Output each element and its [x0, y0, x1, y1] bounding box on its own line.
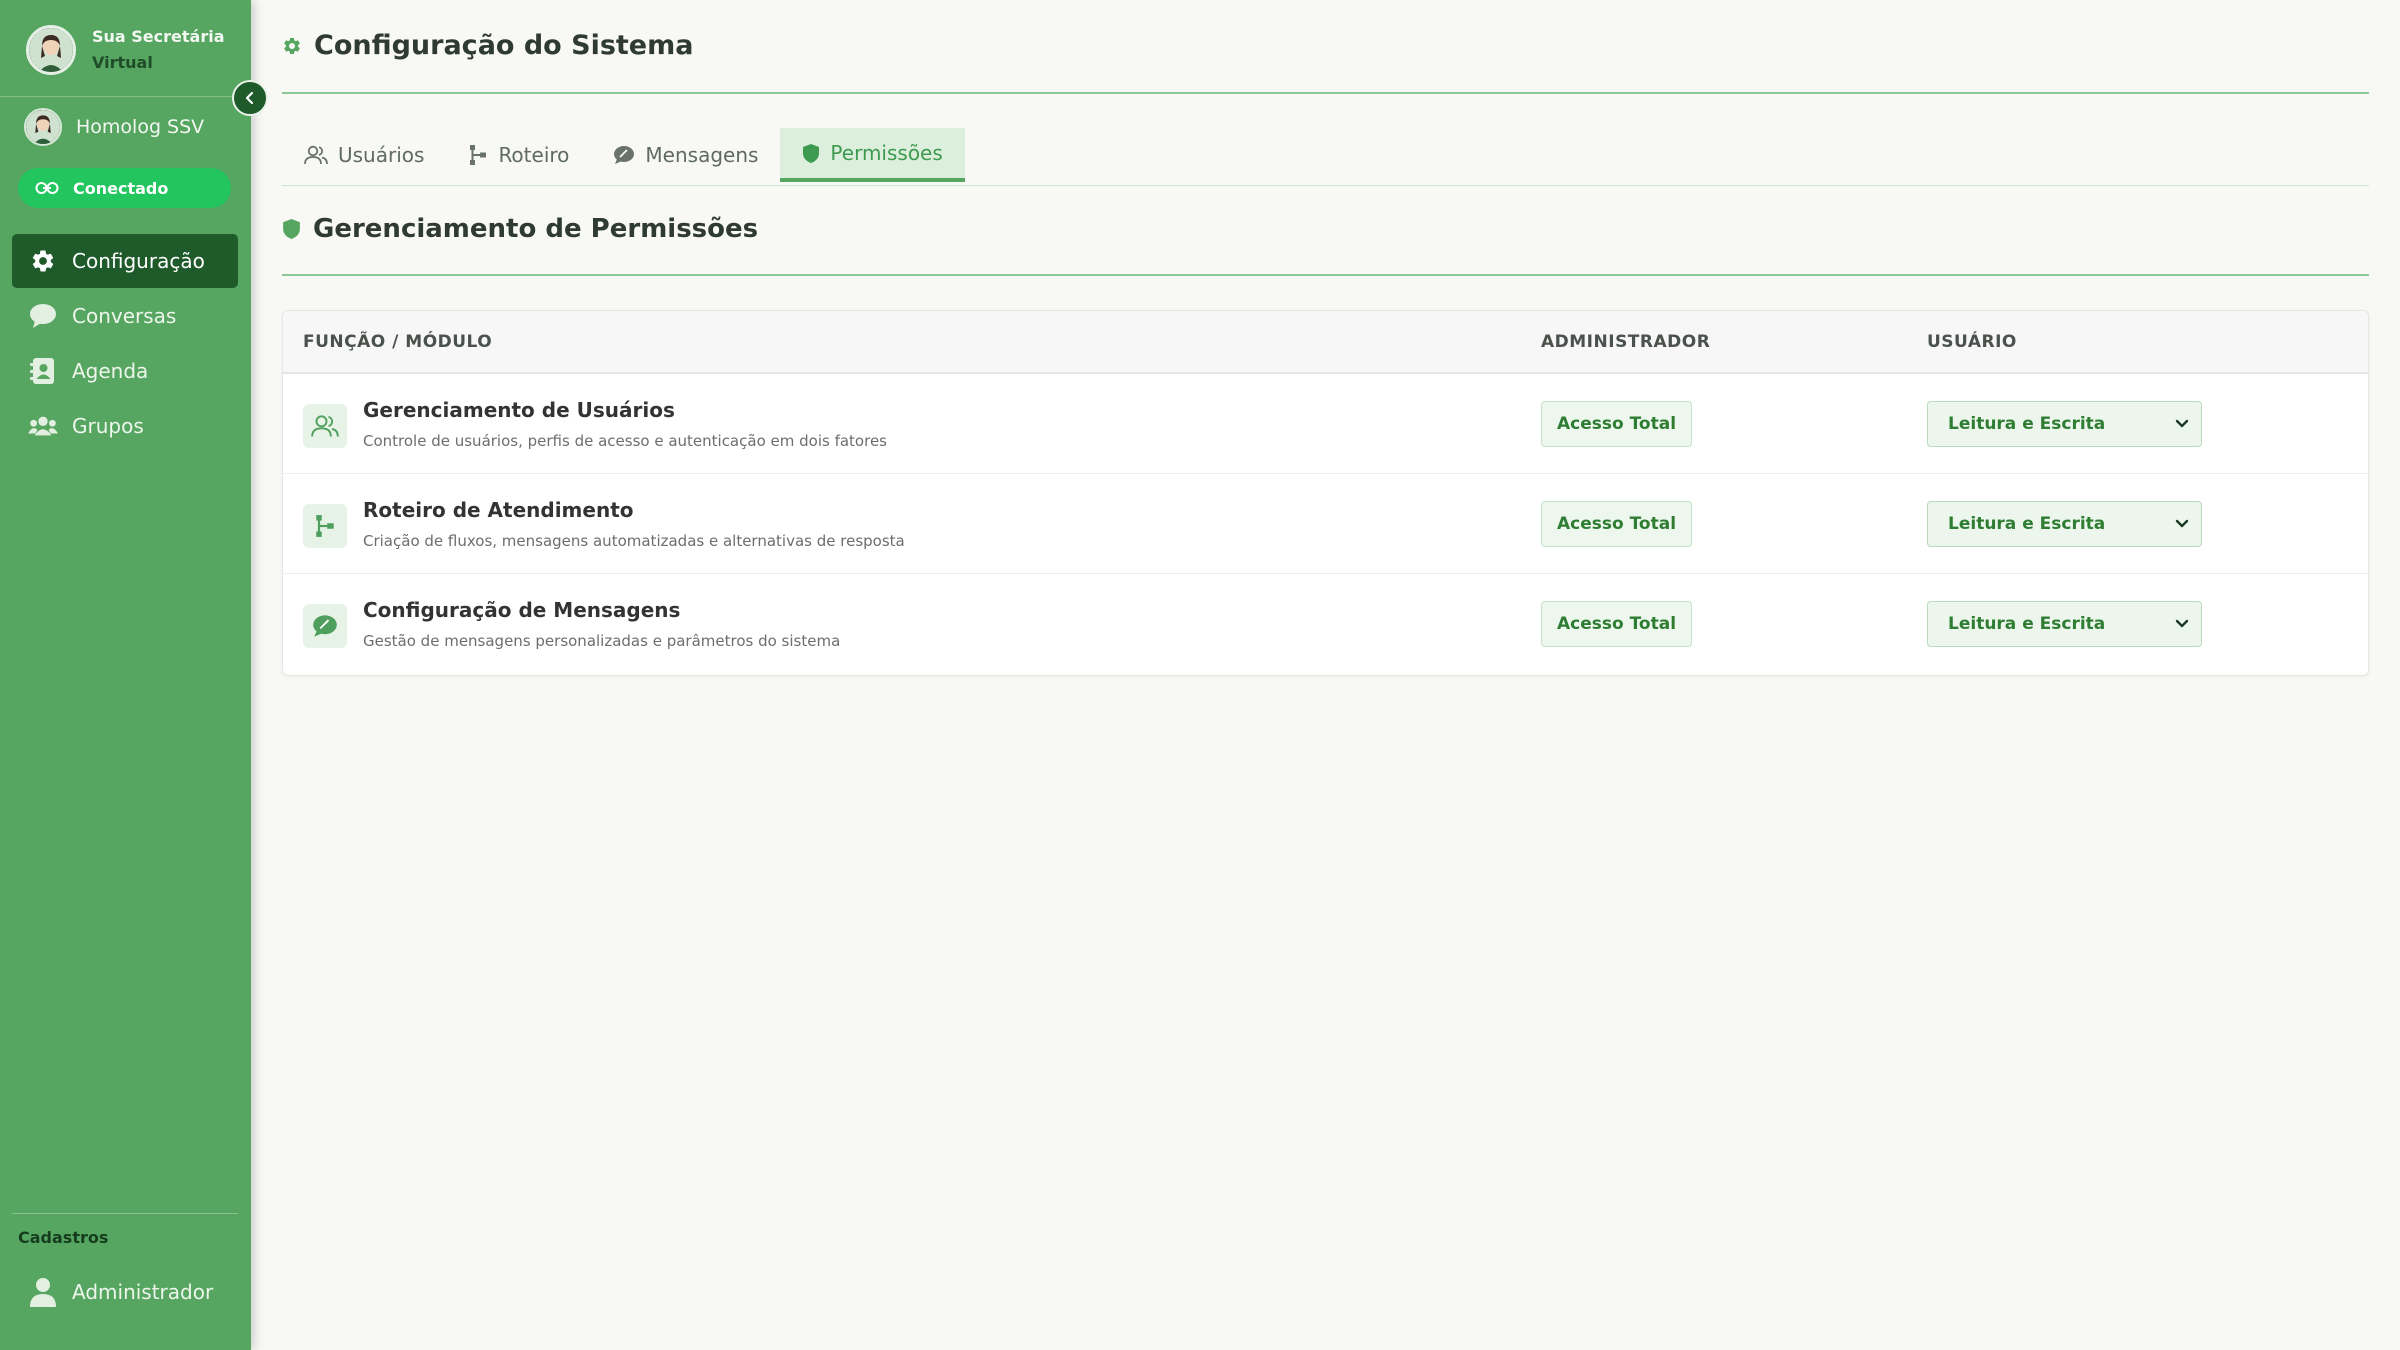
users-outline-icon — [303, 404, 347, 448]
section-title: Gerenciamento de Permissões — [313, 214, 759, 244]
brand: Sua Secretária Virtual — [26, 24, 225, 76]
tab-permissoes[interactable]: Permissões — [780, 128, 965, 182]
account-selector[interactable]: Homolog SSV — [24, 108, 204, 146]
admin-access-badge: Acesso Total — [1541, 601, 1693, 647]
table-row: Roteiro de Atendimento Criação de fluxos… — [283, 474, 2368, 574]
chevron-left-icon — [245, 91, 254, 105]
module-description: Controle de usuários, perfis de acesso e… — [363, 432, 887, 450]
brand-name-line2: Virtual — [92, 53, 153, 72]
sidebar-item-configuracao[interactable]: Configuração — [12, 234, 238, 288]
users-outline-icon — [304, 145, 328, 165]
gear-icon — [284, 37, 300, 54]
admin-access-badge: Acesso Total — [1541, 501, 1693, 547]
shield-icon — [283, 219, 300, 239]
select-value: Leitura e Escrita — [1948, 514, 2106, 534]
select-value: Leitura e Escrita — [1948, 614, 2106, 634]
sidebar-item-label: Configuração — [72, 249, 205, 273]
sidebar-item-agenda[interactable]: Agenda — [12, 344, 238, 398]
chat-bubble-icon — [28, 303, 58, 329]
module-description: Gestão de mensagens personalizadas e par… — [363, 632, 841, 650]
chevron-down-icon — [2175, 419, 2189, 428]
message-icon — [613, 145, 635, 165]
select-value: Leitura e Escrita — [1948, 414, 2106, 434]
column-header-admin: ADMINISTRADOR — [1541, 332, 1711, 352]
tab-label: Usuários — [338, 143, 425, 167]
module-title: Gerenciamento de Usuários — [363, 398, 675, 422]
tab-label: Mensagens — [645, 143, 759, 167]
user-icon — [28, 1277, 58, 1307]
tab-bar: Usuários Roteiro Mensagens Permissões — [282, 128, 965, 184]
tabs-divider — [282, 185, 2369, 186]
gear-icon — [28, 248, 58, 274]
section-divider — [282, 274, 2369, 276]
user-permission-select[interactable]: Leitura e Escrita — [1927, 501, 2202, 547]
sidebar-item-administrador[interactable]: Administrador — [12, 1265, 238, 1319]
connection-status-label: Conectado — [73, 178, 169, 198]
flow-icon — [303, 504, 347, 548]
brand-avatar — [26, 25, 76, 75]
flow-icon — [468, 144, 488, 166]
tab-mensagens[interactable]: Mensagens — [591, 128, 780, 182]
tab-roteiro[interactable]: Roteiro — [446, 128, 591, 182]
account-name: Homolog SSV — [76, 116, 205, 138]
module-title: Configuração de Mensagens — [363, 598, 681, 622]
table-row: Gerenciamento de Usuários Controle de us… — [283, 374, 2368, 474]
column-header-module: FUNÇÃO / MÓDULO — [303, 332, 493, 352]
connection-status-badge: Conectado — [18, 168, 231, 208]
link-icon — [35, 181, 59, 195]
sidebar-item-label: Administrador — [72, 1280, 214, 1304]
account-avatar — [24, 108, 62, 146]
assistant-avatar-icon — [29, 28, 73, 72]
shield-icon — [802, 143, 820, 164]
permissions-table: FUNÇÃO / MÓDULO ADMINISTRADOR USUÁRIO Ge… — [282, 310, 2369, 676]
sidebar-item-label: Agenda — [72, 359, 149, 383]
user-permission-select[interactable]: Leitura e Escrita — [1927, 401, 2202, 447]
message-icon — [303, 604, 347, 648]
sidebar-item-label: Grupos — [72, 414, 144, 438]
table-row: Configuração de Mensagens Gestão de mens… — [283, 574, 2368, 674]
sidebar: Sua Secretária Virtual Homolog SSV Conec… — [0, 0, 268, 1350]
module-description: Criação de fluxos, mensagens automatizad… — [363, 532, 905, 550]
sidebar-divider — [12, 1213, 238, 1214]
admin-access-badge: Acesso Total — [1541, 401, 1693, 447]
tab-label: Roteiro — [498, 143, 570, 167]
sidebar-section-label: Cadastros — [18, 1228, 109, 1247]
tab-label: Permissões — [830, 141, 943, 165]
sidebar-divider — [0, 96, 251, 97]
sidebar-item-label: Conversas — [72, 304, 177, 328]
sidebar-item-grupos[interactable]: Grupos — [12, 399, 238, 453]
tab-usuarios[interactable]: Usuários — [282, 128, 446, 182]
user-permission-select[interactable]: Leitura e Escrita — [1927, 601, 2202, 647]
table-header: FUNÇÃO / MÓDULO ADMINISTRADOR USUÁRIO — [283, 311, 2368, 374]
brand-name-line1: Sua Secretária — [92, 27, 225, 46]
contact-book-icon — [28, 357, 58, 385]
chevron-down-icon — [2175, 619, 2189, 628]
page-header: Configuração do Sistema — [282, 30, 2369, 61]
users-icon — [28, 415, 58, 437]
page-title: Configuração do Sistema — [314, 30, 694, 61]
sidebar-item-conversas[interactable]: Conversas — [12, 289, 238, 343]
section-header: Gerenciamento de Permissões — [282, 214, 758, 244]
collapse-sidebar-button[interactable] — [232, 80, 268, 116]
chevron-down-icon — [2175, 519, 2189, 528]
column-header-user: USUÁRIO — [1927, 332, 2017, 352]
module-title: Roteiro de Atendimento — [363, 498, 634, 522]
sidebar-nav: Configuração Conversas Agenda Grupos — [12, 234, 238, 454]
assistant-avatar-icon — [26, 110, 60, 144]
header-divider — [282, 92, 2369, 94]
